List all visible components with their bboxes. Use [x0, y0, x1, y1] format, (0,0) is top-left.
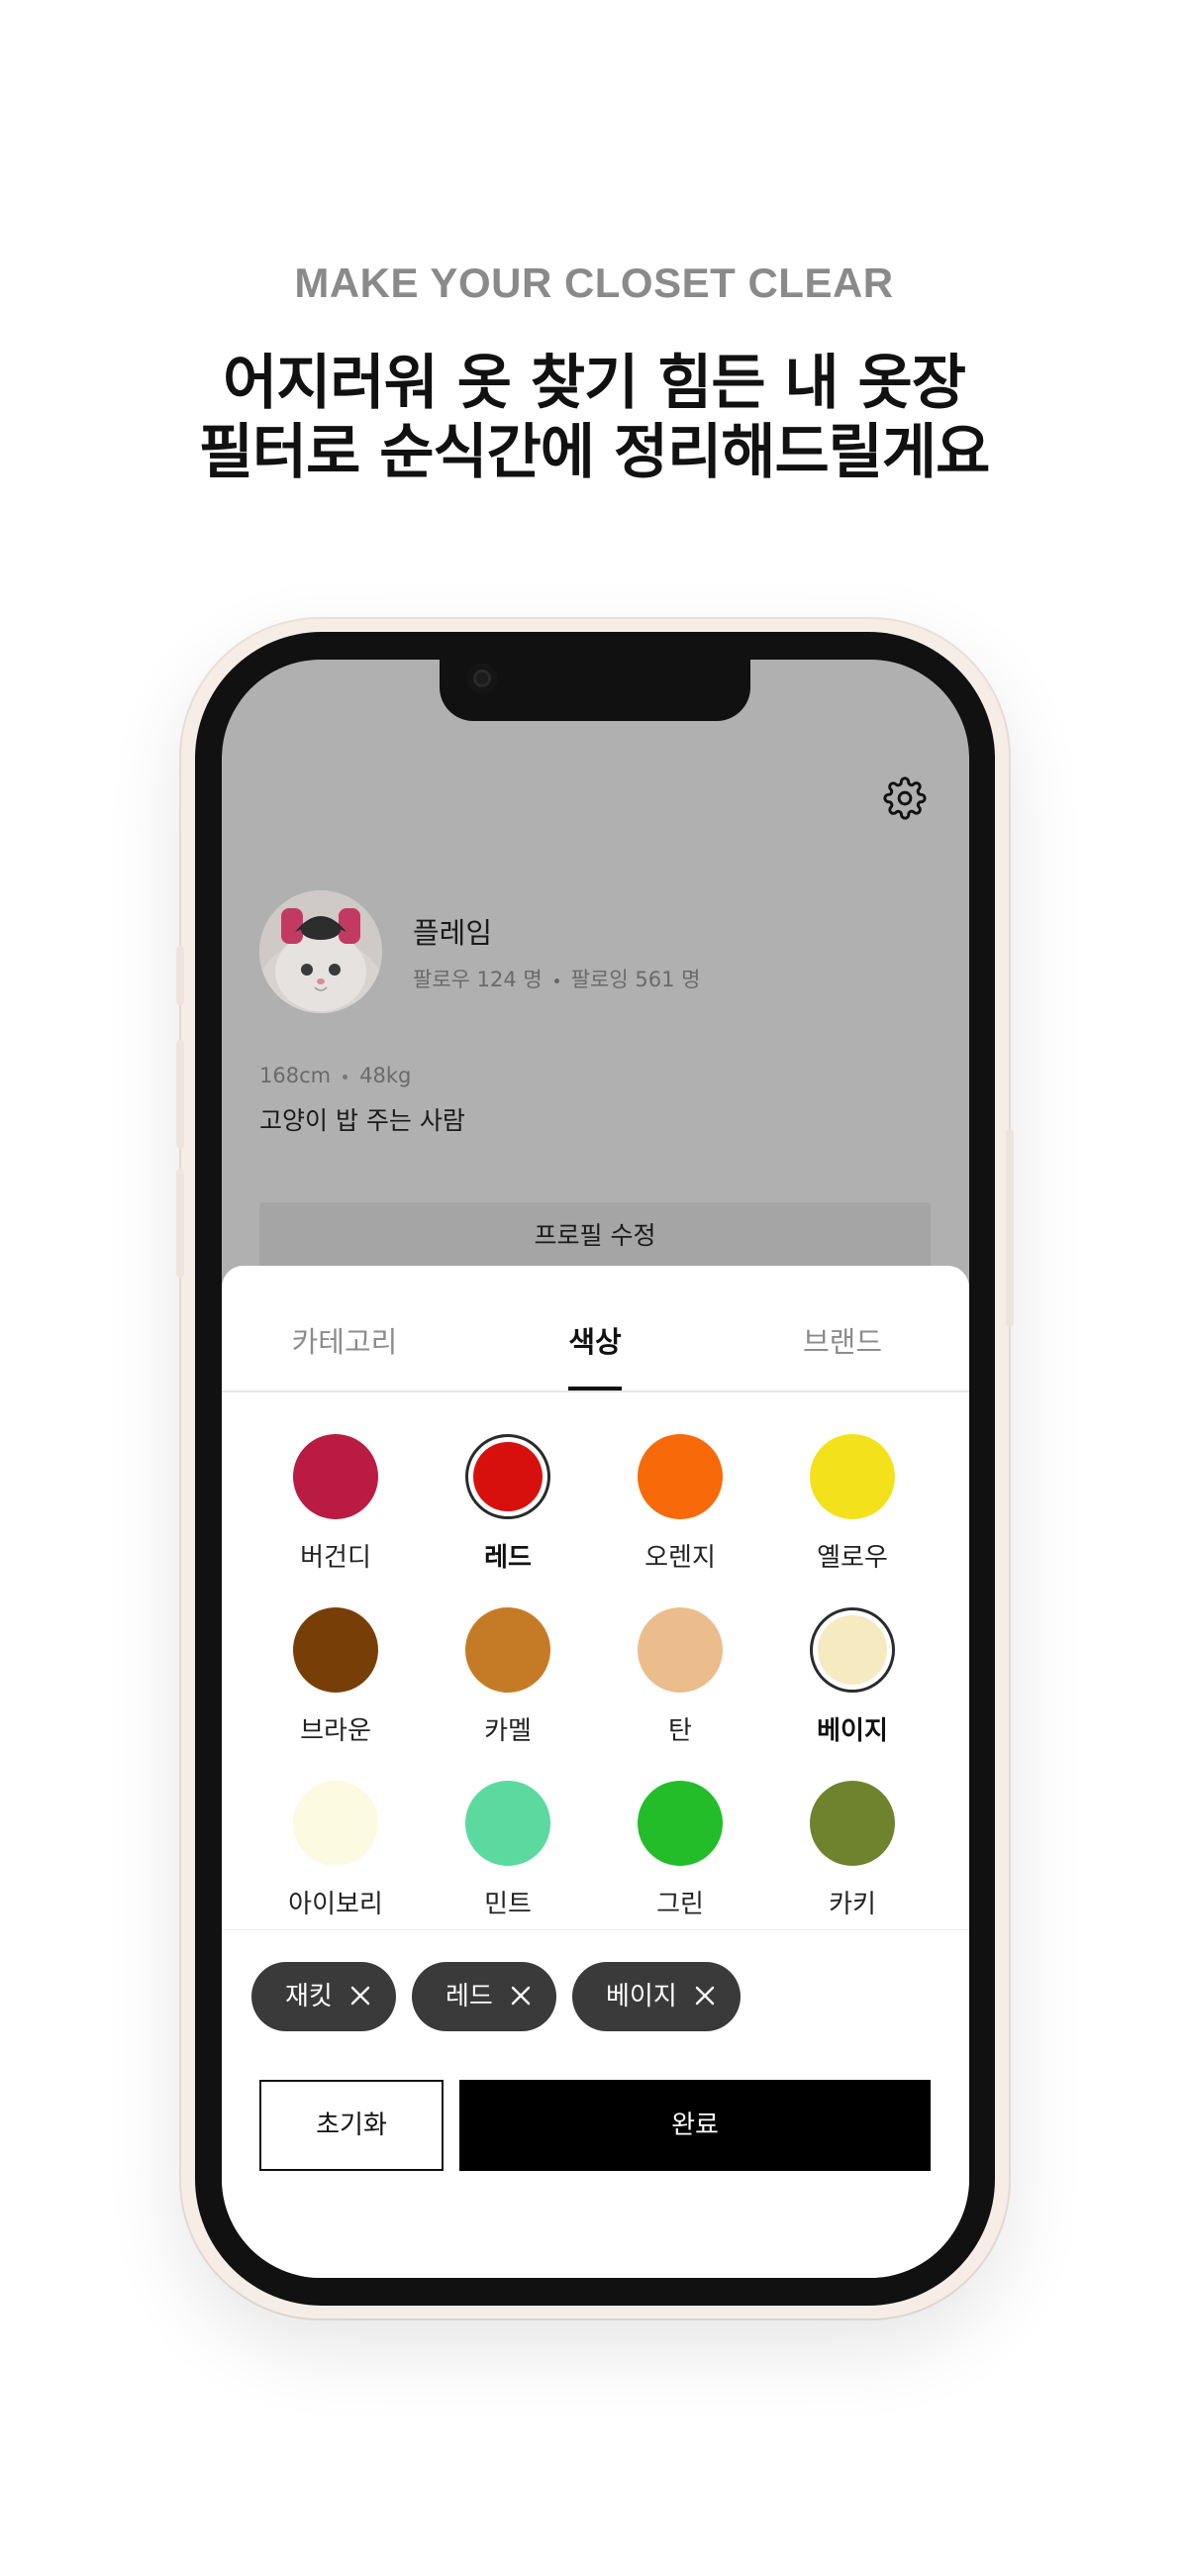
color-swatch[interactable] [810, 1607, 895, 1693]
color-swatch[interactable] [810, 1781, 895, 1866]
color-option[interactable]: 탄 [594, 1607, 766, 1747]
height-value: 168cm [259, 1064, 332, 1087]
filter-chip[interactable]: 레드 [412, 1962, 556, 2031]
avatar[interactable] [259, 890, 382, 1013]
body-stats: 168cm 48kg [259, 1064, 411, 1087]
color-option[interactable]: 카멜 [422, 1607, 594, 1747]
color-swatch[interactable] [638, 1607, 723, 1693]
color-swatch[interactable] [810, 1434, 895, 1519]
filter-chip[interactable]: 베이지 [572, 1962, 741, 2031]
color-option[interactable]: 버건디 [249, 1434, 422, 1574]
color-label: 아이보리 [288, 1890, 383, 1919]
profile-bio: 고양이 밥 주는 사람 [259, 1106, 465, 1135]
color-label: 브라운 [300, 1716, 371, 1746]
follow-counts: 팔로우 124 명 팔로잉 561 명 [413, 964, 700, 993]
weight-value: 48kg [359, 1064, 412, 1087]
filter-chip[interactable]: 재킷 [251, 1962, 396, 2031]
tab-color[interactable]: 색상 [496, 1319, 694, 1361]
color-option[interactable]: 그린 [594, 1781, 766, 1920]
separator-dot [553, 978, 559, 983]
profile-name: 플레임 [413, 916, 493, 950]
edit-profile-button[interactable]: 프로필 수정 [259, 1202, 931, 1270]
color-option[interactable]: 아이보리 [249, 1781, 422, 1920]
tab-category[interactable]: 카테고리 [246, 1319, 444, 1361]
reset-button[interactable]: 초기화 [259, 2080, 444, 2171]
color-label: 오렌지 [644, 1543, 716, 1573]
phone-side-button [1006, 1129, 1014, 1327]
followers-count[interactable]: 팔로우 124 명 [413, 968, 543, 991]
color-swatch[interactable] [638, 1434, 723, 1519]
color-option[interactable]: 브라운 [249, 1607, 422, 1747]
color-swatch-fill [818, 1615, 887, 1685]
color-label: 레드 [484, 1543, 532, 1573]
color-label: 카멜 [484, 1716, 532, 1746]
phone-side-button [176, 946, 184, 1005]
color-swatch[interactable] [293, 1434, 378, 1519]
color-swatch[interactable] [465, 1781, 550, 1866]
color-swatch[interactable] [293, 1781, 378, 1866]
chip-label: 베이지 [606, 1982, 677, 2011]
color-swatch[interactable] [293, 1607, 378, 1693]
headline-line-2: 필터로 순식간에 정리해드릴게요 [198, 418, 991, 487]
gear-icon[interactable] [883, 776, 927, 820]
close-icon[interactable] [509, 1984, 533, 2008]
color-option[interactable]: 레드 [422, 1434, 594, 1574]
notch [440, 660, 750, 721]
done-button[interactable]: 완료 [459, 2080, 931, 2171]
color-label: 민트 [484, 1890, 532, 1919]
color-option[interactable]: 오렌지 [594, 1434, 766, 1574]
active-tab-indicator [568, 1387, 622, 1391]
color-swatch[interactable] [465, 1434, 550, 1519]
color-swatch[interactable] [638, 1781, 723, 1866]
following-count[interactable]: 팔로잉 561 명 [571, 968, 701, 991]
color-label: 버건디 [300, 1543, 371, 1573]
tab-brand[interactable]: 브랜드 [743, 1319, 941, 1361]
color-label: 베이지 [817, 1716, 888, 1746]
close-icon[interactable] [693, 1984, 717, 2008]
color-label: 그린 [656, 1890, 704, 1919]
phone-side-button [176, 1040, 184, 1149]
filter-tabs: 카테고리 색상 브랜드 [222, 1266, 969, 1392]
close-icon[interactable] [348, 1984, 372, 2008]
color-swatch[interactable] [465, 1607, 550, 1693]
camera-icon [467, 664, 497, 693]
color-option[interactable]: 민트 [422, 1781, 594, 1920]
phone-screen: 플레임 팔로우 124 명 팔로잉 561 명 168cm 48kg 고양이 밥 주… [222, 660, 969, 2278]
chip-label: 레드 [446, 1982, 493, 2011]
separator-dot [343, 1074, 348, 1080]
color-label: 옐로우 [817, 1543, 888, 1573]
chip-label: 재킷 [285, 1982, 333, 2011]
tagline: MAKE YOUR CLOSET CLEAR [294, 259, 894, 306]
color-option[interactable]: 옐로우 [766, 1434, 939, 1574]
color-option[interactable]: 베이지 [766, 1607, 939, 1747]
color-swatch-fill [473, 1442, 543, 1511]
color-label: 카키 [829, 1890, 876, 1919]
divider [222, 1929, 969, 1930]
headline: 어지러워 옷 찾기 힘든 내 옷장 필터로 순식간에 정리해드릴게요 [0, 349, 1188, 487]
color-option[interactable]: 카키 [766, 1781, 939, 1920]
phone-side-button [176, 1169, 184, 1278]
filter-sheet: 카테고리 색상 브랜드 버건디 레드 오렌지 옐로우 브라운 카멜 탄 베이지 아이보리 민트 그린… [222, 1266, 969, 2278]
headline-line-1: 어지러워 옷 찾기 힘든 내 옷장 [223, 349, 966, 418]
color-label: 탄 [668, 1716, 692, 1746]
